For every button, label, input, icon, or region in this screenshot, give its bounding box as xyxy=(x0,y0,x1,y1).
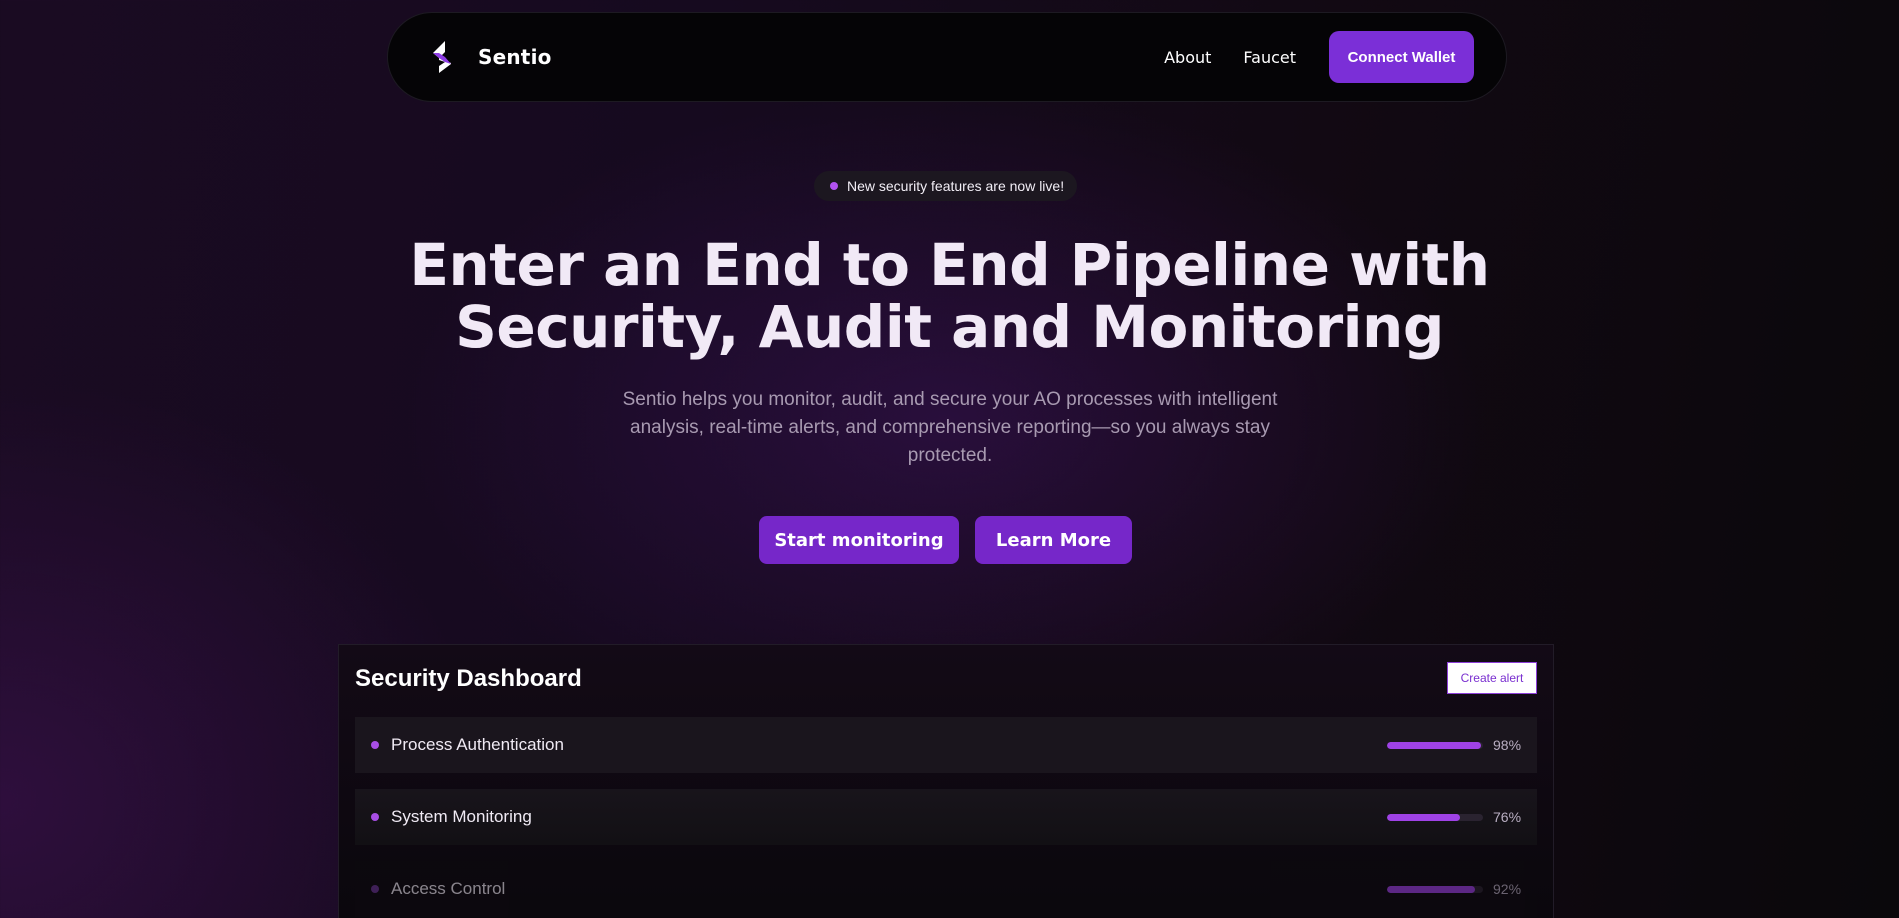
connect-wallet-button[interactable]: Connect Wallet xyxy=(1329,31,1474,83)
brand[interactable]: Sentio xyxy=(426,39,552,75)
metric-row-access-control: Access Control 92% xyxy=(355,861,1537,917)
metric-percent: 98% xyxy=(1493,737,1522,753)
metric-label: Process Authentication xyxy=(391,735,564,754)
metric-score: 76% xyxy=(1387,809,1521,825)
metric-progress-fill xyxy=(1387,741,1482,749)
start-monitoring-button[interactable]: Start monitoring xyxy=(759,516,959,564)
hero-subtitle: Sentio helps you monitor, audit, and sec… xyxy=(622,389,1278,466)
metric-dot-icon xyxy=(371,885,379,893)
create-alert-button[interactable]: Create alert xyxy=(1447,662,1537,694)
nav-links: About Faucet Connect Wallet xyxy=(1164,31,1474,83)
nav-link-about[interactable]: About xyxy=(1164,48,1211,67)
metric-progress-fill xyxy=(1387,813,1460,821)
metric-percent: 92% xyxy=(1493,881,1522,897)
metric-progress-bar xyxy=(1387,741,1483,749)
sentio-logo-icon xyxy=(433,41,451,73)
announcement-badge: New security features are now live! xyxy=(814,171,1077,201)
learn-more-button[interactable]: Learn More xyxy=(975,516,1132,564)
metric-label: Access Control xyxy=(391,879,506,898)
metric-progress-bar xyxy=(1387,813,1483,821)
status-dot-icon xyxy=(830,182,838,190)
top-navbar: Sentio About Faucet Connect Wallet xyxy=(387,12,1507,102)
hero-title-line-1: Enter an End to End Pipeline with xyxy=(409,231,1490,299)
metric-row-process-authentication: Process Authentication 98% xyxy=(355,717,1537,773)
metric-row-system-monitoring: System Monitoring 76% xyxy=(355,789,1537,845)
hero-title-line-2: Security, Audit and Monitoring xyxy=(455,293,1444,361)
metric-dot-icon xyxy=(371,741,379,749)
metric-dot-icon xyxy=(371,813,379,821)
metric-score: 98% xyxy=(1387,737,1521,753)
metric-label: System Monitoring xyxy=(391,807,532,826)
security-dashboard: Security Dashboard Create alert Process … xyxy=(338,644,1554,918)
announcement-text: New security features are now live! xyxy=(847,178,1065,194)
dashboard-title: Security Dashboard xyxy=(355,665,582,692)
brand-name: Sentio xyxy=(478,45,552,69)
metric-score: 92% xyxy=(1387,881,1521,897)
metric-percent: 76% xyxy=(1493,809,1522,825)
metric-progress-fill xyxy=(1387,885,1476,893)
metric-progress-bar xyxy=(1387,885,1483,893)
nav-link-faucet[interactable]: Faucet xyxy=(1243,48,1296,67)
hero-title: Enter an End to End Pipeline with Securi… xyxy=(0,234,1899,358)
